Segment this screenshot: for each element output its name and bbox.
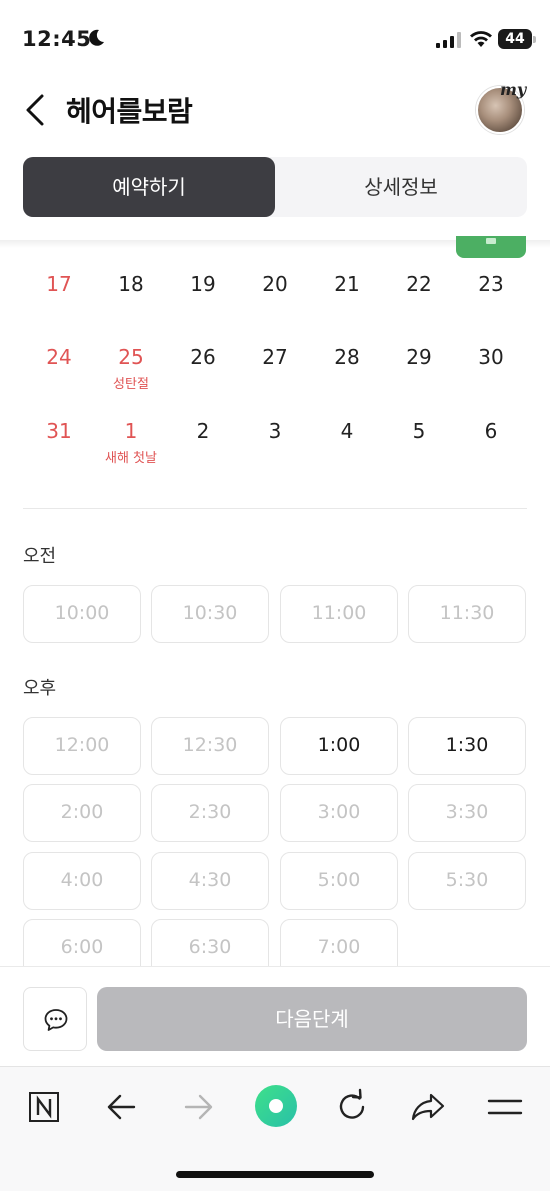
calendar-day[interactable]: 20 <box>239 272 311 296</box>
back-arrow-icon[interactable] <box>100 1085 144 1129</box>
time-slot[interactable]: 4:30 <box>151 852 269 910</box>
cellular-signal-icon <box>436 32 461 48</box>
calendar-day[interactable]: 28 <box>311 345 383 369</box>
page-title: 헤어를보람 <box>66 95 193 128</box>
app-header: 헤어를보람 my <box>0 80 550 140</box>
action-bar: 다음단계 <box>0 966 550 1066</box>
section-divider <box>23 508 527 509</box>
naver-home-icon[interactable] <box>22 1085 66 1129</box>
green-dot-icon[interactable] <box>253 1083 299 1129</box>
calendar-day[interactable]: 29 <box>383 345 455 369</box>
tab-booking[interactable]: 예약하기 <box>23 157 275 217</box>
tab-bar: 예약하기 상세정보 <box>23 157 527 217</box>
green-indicator <box>456 236 526 258</box>
calendar-day[interactable]: 19 <box>167 272 239 296</box>
time-slot[interactable]: 4:00 <box>23 852 141 910</box>
menu-icon[interactable] <box>483 1085 527 1129</box>
time-slot-available[interactable]: 1:00 <box>280 717 398 775</box>
calendar-day[interactable]: 26 <box>167 345 239 369</box>
calendar-day[interactable]: 23 <box>455 272 527 296</box>
time-slot[interactable]: 2:30 <box>151 784 269 842</box>
calendar-day[interactable]: 6 <box>455 419 527 443</box>
battery-indicator: 44 <box>498 29 536 49</box>
chat-bubble-icon <box>44 1009 68 1031</box>
time-slot[interactable]: 12:00 <box>23 717 141 775</box>
calendar-day[interactable]: 17 <box>23 272 95 296</box>
time-slot[interactable]: 10:00 <box>23 585 141 643</box>
moon-icon <box>89 29 104 46</box>
chat-button[interactable] <box>23 987 87 1051</box>
am-label: 오전 <box>23 546 57 567</box>
calendar-day[interactable]: 22 <box>383 272 455 296</box>
wifi-icon <box>470 31 492 47</box>
calendar-day[interactable]: 24 <box>23 345 95 369</box>
booking-page: 12:45 44 헤어를보람 my 예약하기 상세정보 17 18 19 20 … <box>0 0 550 1191</box>
pm-label: 오후 <box>23 678 57 699</box>
time-slot[interactable]: 5:30 <box>408 852 526 910</box>
reload-icon[interactable] <box>330 1085 374 1129</box>
calendar-day[interactable]: 31 <box>23 419 95 443</box>
holiday-label: 새해 첫날 <box>105 451 157 466</box>
calendar-week: 17 18 19 20 21 22 23 <box>23 272 527 332</box>
time-slot[interactable]: 3:00 <box>280 784 398 842</box>
time-slot[interactable]: 11:00 <box>280 585 398 643</box>
tab-details[interactable]: 상세정보 <box>275 157 527 217</box>
avatar-badge: my <box>500 80 527 99</box>
time-slot[interactable]: 2:00 <box>23 784 141 842</box>
forward-arrow-icon[interactable] <box>176 1085 220 1129</box>
time-slot[interactable]: 3:30 <box>408 784 526 842</box>
calendar-week: 24 25 성탄절 26 27 28 29 30 <box>23 345 527 405</box>
calendar-day[interactable]: 1 새해 첫날 <box>95 419 167 466</box>
calendar-day[interactable]: 18 <box>95 272 167 296</box>
calendar-day[interactable]: 30 <box>455 345 527 369</box>
calendar-day[interactable]: 21 <box>311 272 383 296</box>
time-slot-available[interactable]: 1:30 <box>408 717 526 775</box>
time-slot[interactable]: 11:30 <box>408 585 526 643</box>
calendar-week: 31 1 새해 첫날 2 3 4 5 6 <box>23 419 527 479</box>
time-slot[interactable]: 12:30 <box>151 717 269 775</box>
calendar-day[interactable]: 4 <box>311 419 383 443</box>
back-chevron-icon[interactable] <box>22 92 50 128</box>
share-icon[interactable] <box>406 1085 450 1129</box>
next-step-button[interactable]: 다음단계 <box>97 987 527 1051</box>
status-bar: 12:45 44 <box>0 0 550 80</box>
time-slot[interactable]: 5:00 <box>280 852 398 910</box>
calendar-day[interactable]: 27 <box>239 345 311 369</box>
status-time: 12:45 <box>22 27 92 51</box>
holiday-label: 성탄절 <box>113 377 149 392</box>
home-indicator <box>176 1171 374 1178</box>
calendar-day[interactable]: 2 <box>167 419 239 443</box>
calendar-day[interactable]: 5 <box>383 419 455 443</box>
calendar-day[interactable]: 3 <box>239 419 311 443</box>
calendar-day[interactable]: 25 성탄절 <box>95 345 167 392</box>
time-slot[interactable]: 10:30 <box>151 585 269 643</box>
